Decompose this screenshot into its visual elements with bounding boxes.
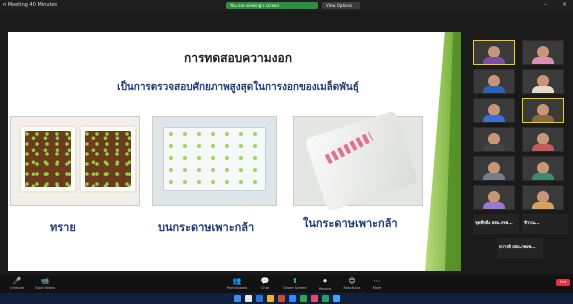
meeting-toolbar: 🎤 Unmute 📹 Start Video 👥 Participants 💬 Chat…	[0, 275, 573, 293]
app-icon[interactable]	[311, 295, 318, 302]
line-app-icon[interactable]	[300, 295, 307, 302]
chat-button[interactable]: 💬 Chat	[250, 277, 280, 290]
app-icon[interactable]	[333, 295, 340, 302]
participant-name-tile[interactable]: ทวารดี สสม.กพงพ...	[497, 238, 543, 258]
view-options-button[interactable]: View Options	[322, 2, 360, 9]
search-icon[interactable]	[245, 295, 252, 302]
more-icon: ⋯	[373, 277, 381, 285]
participants-icon: 👥	[232, 277, 242, 285]
chrome-icon[interactable]	[322, 295, 329, 302]
share-screen-icon: ⬆	[292, 277, 298, 285]
video-camera-icon: 📹	[40, 277, 50, 285]
window-title: n Meeting 40 Minutes	[3, 2, 58, 8]
microphone-icon: 🎤	[12, 277, 22, 285]
participant-tile[interactable]	[473, 69, 515, 94]
participant-tile[interactable]	[473, 185, 515, 210]
reactions-icon: 😊	[348, 277, 356, 285]
end-meeting-button[interactable]: End	[556, 279, 570, 286]
slide-title: การทดสอบความงอก	[183, 51, 293, 65]
participant-tile[interactable]	[522, 127, 564, 152]
mute-button[interactable]: 🎤 Unmute	[2, 277, 32, 290]
video-button[interactable]: 📹 Start Video	[30, 277, 60, 290]
participant-tile[interactable]	[522, 156, 564, 181]
start-icon[interactable]	[234, 295, 241, 302]
participant-tile[interactable]	[473, 127, 515, 152]
file-explorer-icon[interactable]	[267, 295, 274, 302]
record-button[interactable]: ⏺ Record	[310, 277, 340, 291]
sand-tray-photo	[10, 116, 140, 206]
chat-icon: 💬	[260, 277, 270, 285]
zoom-app-icon[interactable]	[289, 295, 296, 302]
participant-tile[interactable]	[522, 40, 564, 65]
participant-name-tile[interactable]: ชีวาณ...	[522, 214, 568, 234]
caption-on-paper: บนกระดาษเพาะกล้า	[158, 221, 255, 234]
participant-tile[interactable]	[473, 98, 515, 123]
minimize-icon[interactable]: –	[544, 1, 547, 8]
participant-tile[interactable]	[522, 98, 564, 123]
edge-browser-icon[interactable]	[256, 295, 263, 302]
zoom-title-bar: n Meeting 40 Minutes You are viewing's s…	[0, 0, 573, 11]
caption-in-paper: ในกระดาษเพาะกล้า	[303, 217, 398, 230]
share-screen-button[interactable]: ⬆ Share Screen	[280, 277, 310, 290]
shared-slide: การทดสอบความงอก เป็นการตรวจสอบศักยภาพสูง…	[8, 32, 461, 271]
windows-taskbar	[0, 293, 573, 304]
participant-tile[interactable]	[473, 40, 515, 65]
paper-top-photo	[152, 116, 277, 206]
participant-name-tile[interactable]: ชุดที่หนึ่ง สสม.กจพ...	[473, 214, 519, 234]
share-status-pill[interactable]: You are viewing's screen	[226, 2, 318, 9]
seed-tray	[19, 125, 77, 193]
record-icon: ⏺	[323, 277, 327, 285]
seed-tray	[79, 125, 137, 193]
rolled-paper-photo	[293, 110, 423, 212]
caption-sand: ทราย	[50, 221, 76, 234]
participant-tile[interactable]	[473, 156, 515, 181]
powerpoint-icon[interactable]	[278, 295, 285, 302]
more-button[interactable]: ⋯ More	[362, 277, 392, 290]
slide-subtitle: เป็นการตรวจสอบศักยภาพสูงสุดในการงอกของเม…	[117, 82, 359, 93]
participants-button[interactable]: 👥 Participants	[222, 277, 252, 290]
participant-tile[interactable]	[522, 69, 564, 94]
participant-gallery: ชุดที่หนึ่ง สสม.กจพ... ชีวาณ... ทวารดี ส…	[470, 40, 573, 270]
participant-tile[interactable]	[522, 185, 564, 210]
close-icon[interactable]: ×	[562, 1, 567, 8]
